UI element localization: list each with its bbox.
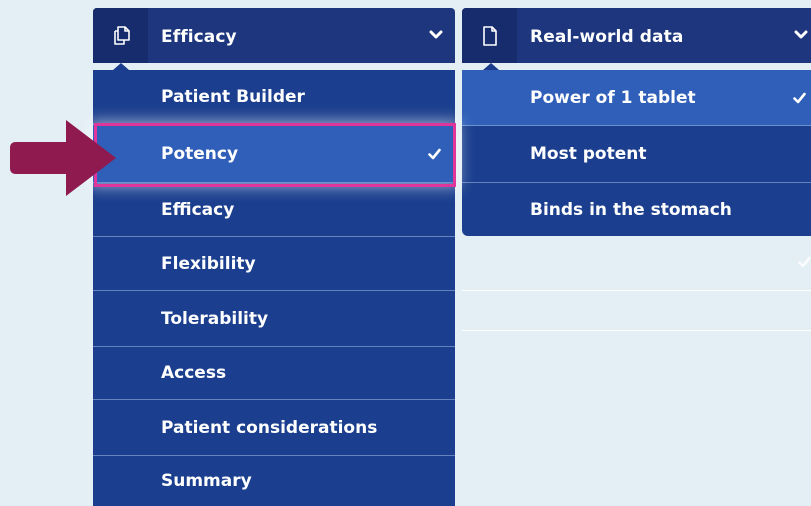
menu-item-access[interactable]: Access (93, 347, 455, 400)
dropdown-notch (113, 63, 129, 70)
divider (462, 290, 811, 291)
menu-item-label: Power of 1 tablet (530, 87, 696, 108)
divider (462, 330, 811, 331)
menu-item-label: Flexibility (161, 253, 256, 274)
menu-item-label: Most potent (530, 144, 647, 164)
menu-item-label: Access (161, 363, 227, 383)
menu-item-most-potent[interactable]: Most potent (462, 126, 811, 183)
menu-item-summary[interactable]: Summary (93, 456, 455, 506)
subsection-menu-title: Real-world data (530, 27, 684, 47)
section-menu-title: Efficacy (161, 27, 237, 47)
pointer-arrow-icon (10, 120, 116, 196)
checkmark-icon (793, 92, 806, 103)
menu-item-label: Patient Builder (161, 87, 305, 107)
menu-item-label: Summary (161, 471, 252, 491)
highlight-box (94, 123, 456, 187)
dropdown-notch (483, 63, 499, 70)
menu-item-power-of-1-tablet[interactable]: Power of 1 tablet (462, 70, 811, 126)
menu-item-tolerability[interactable]: Tolerability (93, 291, 455, 347)
menu-item-label: Efficacy (161, 199, 235, 220)
document-icon (462, 8, 517, 63)
menu-item-patient-considerations[interactable]: Patient considerations (93, 400, 455, 456)
copy-pages-icon (93, 8, 148, 63)
menu-item-binds-in-the-stomach[interactable]: Binds in the stomach (462, 183, 811, 236)
subsection-menu-list: Power of 1 tablet Most potent Binds in t… (462, 70, 811, 236)
menu-item-label: Tolerability (161, 308, 269, 329)
chevron-down-icon[interactable] (794, 28, 808, 42)
subsection-menu-header[interactable]: Real-world data (462, 8, 811, 63)
menu-item-label: Binds in the stomach (530, 199, 732, 220)
section-menu: Efficacy Patient Builder Potency Efficac… (93, 8, 455, 506)
checkmark-icon (798, 256, 811, 268)
menu-item-efficacy[interactable]: Efficacy (93, 183, 455, 237)
menu-item-label: Patient considerations (161, 417, 378, 438)
menu-item-flexibility[interactable]: Flexibility (93, 237, 455, 291)
section-menu-header[interactable]: Efficacy (93, 8, 455, 63)
subsection-menu: Real-world data Power of 1 tablet Most p… (462, 8, 811, 338)
chevron-down-icon[interactable] (429, 28, 443, 42)
menu-item-patient-builder[interactable]: Patient Builder (93, 70, 455, 125)
